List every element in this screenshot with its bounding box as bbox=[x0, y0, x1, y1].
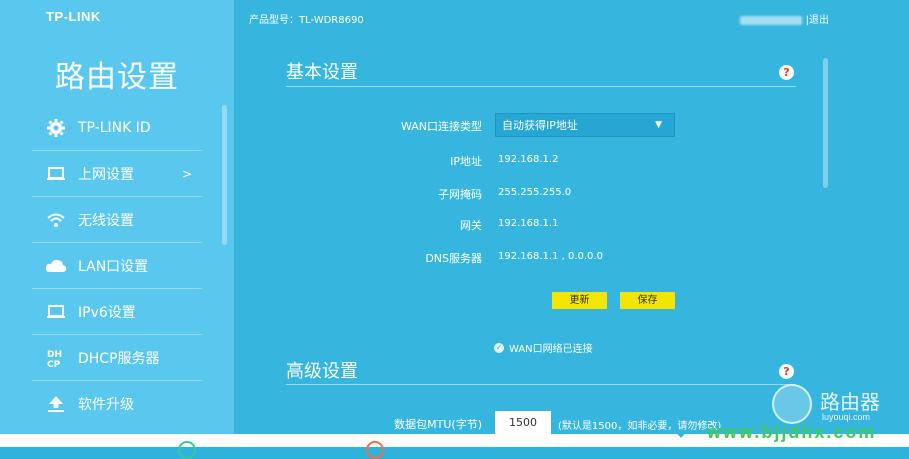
username-blurred bbox=[739, 15, 802, 25]
circle-icon bbox=[178, 441, 196, 459]
divider bbox=[286, 86, 796, 87]
wifi-icon bbox=[44, 208, 68, 232]
watermark-router-icon bbox=[772, 384, 812, 424]
sidebar-item-dhcp[interactable]: DH CP DHCP服务器 bbox=[32, 335, 202, 381]
watermark-name: 路由器 bbox=[820, 390, 880, 414]
caret-down-icon: ▼ bbox=[655, 120, 662, 130]
save-button[interactable]: 保存 bbox=[620, 292, 675, 309]
pointer-triangle bbox=[674, 430, 688, 438]
dhcp-icon: DH CP bbox=[44, 346, 68, 370]
check-circle-icon: ✓ bbox=[494, 342, 504, 353]
sidebar-item-internet[interactable]: 上网设置 > bbox=[32, 151, 202, 197]
cloud-icon bbox=[44, 254, 68, 278]
gateway-value: 192.168.1.1 bbox=[498, 218, 559, 229]
wan-status-text: WAN口网络已连接 bbox=[509, 344, 593, 355]
sidebar-item-lan[interactable]: LAN口设置 bbox=[32, 243, 202, 289]
mask-label: 子网掩码 bbox=[438, 188, 482, 201]
brand-logo: TP-LINK bbox=[46, 9, 101, 24]
sidebar-title: 路由设置 bbox=[55, 60, 179, 95]
laptop-icon bbox=[44, 300, 68, 324]
gateway-label: 网关 bbox=[460, 219, 482, 232]
help-icon[interactable]: ? bbox=[779, 364, 794, 379]
mtu-label: 数据包MTU(字节) bbox=[394, 418, 482, 431]
wan-type-value: 自动获得IP地址 bbox=[502, 119, 578, 132]
watermark-url: luyouqi.com bbox=[822, 412, 871, 422]
chevron-right-icon: > bbox=[181, 166, 192, 181]
sidebar-item-tplink-id[interactable]: TP-LINK ID bbox=[32, 105, 202, 151]
gear-icon bbox=[44, 116, 68, 140]
basic-settings-title: 基本设置 bbox=[286, 62, 358, 83]
dns-value: 192.168.1.1 , 0.0.0.0 bbox=[498, 251, 603, 262]
laptop-icon bbox=[44, 162, 68, 186]
mtu-input[interactable]: 1500 bbox=[495, 411, 551, 435]
upload-icon bbox=[44, 392, 68, 416]
sidebar-item-label: 上网设置 bbox=[78, 166, 134, 183]
sidebar-scrollbar[interactable] bbox=[222, 105, 227, 245]
ip-label: IP地址 bbox=[450, 155, 482, 168]
sidebar-item-upgrade[interactable]: 软件升级 bbox=[32, 381, 202, 426]
sidebar-item-ipv6[interactable]: IPv6设置 bbox=[32, 289, 202, 335]
sidebar-item-label: 软件升级 bbox=[78, 396, 134, 413]
sidebar-item-label: DHCP服务器 bbox=[78, 350, 160, 367]
help-icon[interactable]: ? bbox=[779, 65, 794, 80]
mtu-hint: (默认是1500，如非必要，请勿修改) bbox=[558, 421, 722, 432]
ip-value: 192.168.1.2 bbox=[498, 154, 559, 165]
advanced-settings-title: 高级设置 bbox=[286, 361, 358, 382]
logout-link[interactable]: |退出 bbox=[806, 15, 829, 26]
sidebar-item-label: IPv6设置 bbox=[78, 304, 136, 321]
sidebar: TP-LINK 路由设置 TP-LINK ID 上网设置 > 无线设置 LAN口… bbox=[0, 0, 234, 447]
sidebar-item-label: LAN口设置 bbox=[78, 258, 149, 275]
circle-icon bbox=[366, 441, 384, 459]
wan-type-select[interactable]: 自动获得IP地址 ▼ bbox=[495, 113, 675, 137]
sidebar-item-label: TP-LINK ID bbox=[78, 119, 151, 136]
dns-label: DNS服务器 bbox=[425, 252, 482, 265]
svg-text:CP: CP bbox=[47, 360, 61, 369]
sidebar-item-wireless[interactable]: 无线设置 bbox=[32, 197, 202, 243]
product-model: 产品型号：TL-WDR8690 bbox=[249, 15, 364, 26]
watermark-bottom: www.bjjdhx.com bbox=[707, 422, 877, 442]
sidebar-item-label: 无线设置 bbox=[78, 212, 134, 229]
renew-button[interactable]: 更新 bbox=[552, 292, 607, 309]
wan-status: ✓ WAN口网络已连接 bbox=[494, 340, 593, 355]
sidebar-menu: TP-LINK ID 上网设置 > 无线设置 LAN口设置 IPv6设置 DH … bbox=[32, 105, 202, 426]
mask-value: 255.255.255.0 bbox=[498, 187, 572, 198]
divider bbox=[286, 384, 796, 385]
svg-text:DH: DH bbox=[47, 350, 62, 360]
main-panel: 产品型号：TL-WDR8690 |退出 基本设置 ? WAN口连接类型 自动获得… bbox=[234, 0, 909, 447]
user-area: |退出 bbox=[739, 11, 829, 26]
wan-type-label: WAN口连接类型 bbox=[400, 120, 482, 133]
main-scrollbar[interactable] bbox=[823, 58, 828, 188]
